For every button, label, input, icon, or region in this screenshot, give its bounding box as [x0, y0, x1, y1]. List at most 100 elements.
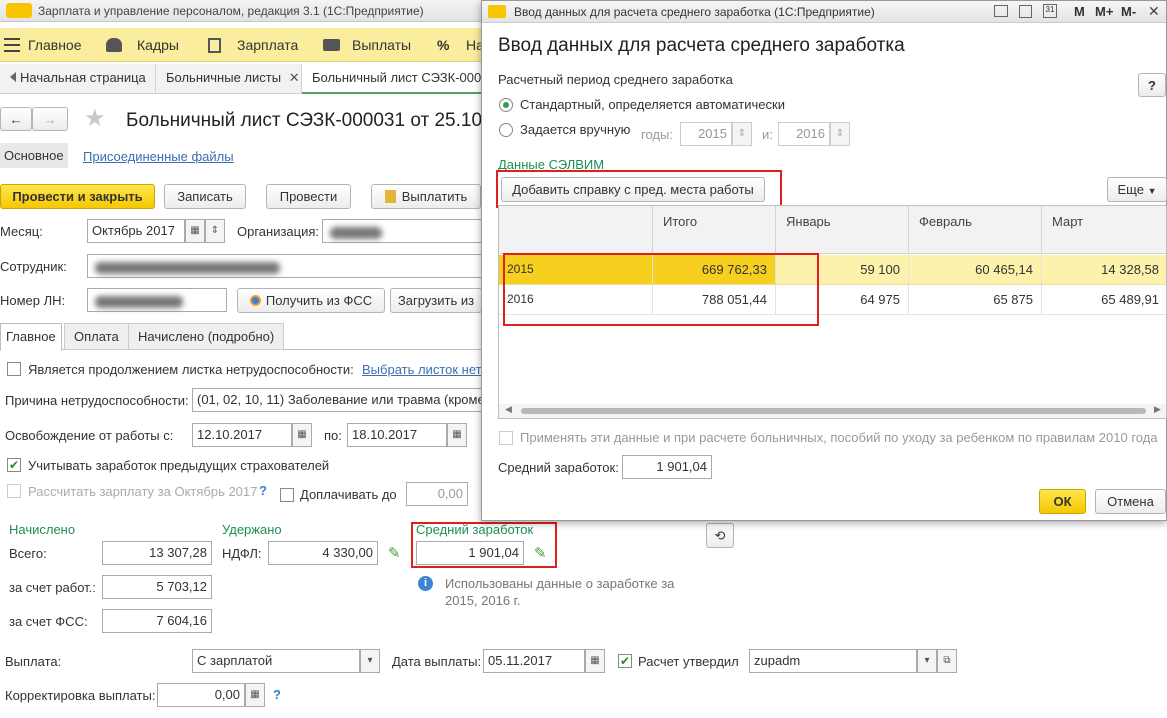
table-icon[interactable] — [1019, 5, 1032, 18]
scroll-left-icon[interactable]: ◀ — [505, 404, 512, 415]
cell-mar: 65 489,91 — [1042, 285, 1166, 314]
radio-manual[interactable] — [499, 123, 513, 137]
apply-rules-checkbox[interactable] — [499, 431, 513, 445]
tab-home[interactable]: Начальная страница — [0, 64, 156, 94]
forward-button[interactable]: → — [32, 107, 68, 131]
choose-sick-leaf-link[interactable]: Выбрать листок нет — [362, 362, 482, 377]
continuation-label: Является продолжением листка нетрудоспос… — [28, 362, 354, 377]
tab-sick-leaf[interactable]: Больничный лист СЭЗК-000 — [302, 64, 485, 94]
radio-standard[interactable] — [499, 98, 513, 112]
scroll-thumb[interactable] — [521, 408, 1146, 414]
close-icon[interactable]: ✕ — [1148, 3, 1160, 20]
inner-tab-payment[interactable]: Оплата — [64, 323, 129, 350]
subtab-attached-files[interactable]: Присоединенные файлы — [83, 149, 234, 164]
memory-minus-button[interactable]: M- — [1121, 4, 1136, 19]
dialog-avg-field: 1 901,04 — [622, 455, 712, 479]
subtab-main[interactable]: Основное — [0, 143, 68, 168]
years-highlight — [503, 253, 819, 326]
and-label: и: — [762, 127, 773, 142]
pay-date-label: Дата выплаты: — [392, 654, 482, 669]
pay-button-label: Выплатить — [401, 189, 468, 204]
section-menu: Главное Кадры Зарплата Выплаты % На — [0, 28, 485, 62]
month-label: Месяц: — [0, 224, 43, 239]
menu-item-main[interactable]: Главное — [28, 37, 82, 53]
employee-label: Сотрудник: — [0, 259, 67, 274]
save-button[interactable]: Записать — [164, 184, 246, 209]
pay-upto-field[interactable]: 0,00 — [406, 482, 468, 506]
help-icon[interactable]: ? — [273, 687, 281, 702]
help-button[interactable]: ? — [1138, 73, 1166, 97]
calc-salary-checkbox[interactable] — [7, 484, 21, 498]
chevron-down-icon: ▾ — [924, 655, 930, 666]
prev-insurers-label: Учитывать заработок предыдущих страховат… — [28, 458, 330, 473]
correction-field[interactable]: 0,00 — [157, 683, 245, 707]
approved-dropdown-button[interactable]: ▾ — [917, 649, 937, 673]
refresh-icon: ⟲ — [714, 528, 726, 543]
year-to-stepper[interactable]: ⇕ — [830, 122, 850, 146]
post-button[interactable]: Провести — [266, 184, 351, 209]
release-from-field[interactable]: 12.10.2017 — [192, 423, 292, 447]
more-button[interactable]: Еще ▼ — [1107, 177, 1167, 202]
cancel-button[interactable]: Отмена — [1095, 489, 1166, 514]
approved-checkbox[interactable]: ✔ — [618, 654, 632, 668]
tab-sick-list[interactable]: Больничные листы ✕ — [156, 64, 302, 94]
col-header-feb: Февраль — [909, 206, 1042, 254]
continuation-checkbox[interactable] — [7, 362, 21, 376]
payout-select[interactable]: С зарплатой — [192, 649, 360, 673]
approved-open-button[interactable]: ⧉ — [937, 649, 957, 673]
load-from-button[interactable]: Загрузить из — [390, 288, 482, 313]
pay-date-calendar-button[interactable]: ▦ — [585, 649, 605, 673]
menu-item-hr[interactable]: Кадры — [137, 37, 179, 53]
pay-date-field[interactable]: 05.11.2017 — [483, 649, 585, 673]
year-from-stepper[interactable]: ⇕ — [732, 122, 752, 146]
month-stepper[interactable]: ⇕ — [205, 219, 225, 243]
memory-m-button[interactable]: M — [1074, 4, 1085, 19]
employer-field: 5 703,12 — [102, 575, 212, 599]
total-label: Всего: — [9, 546, 47, 561]
add-certificate-highlight — [496, 170, 782, 208]
inner-tab-accrued[interactable]: Начислено (подробно) — [128, 323, 285, 350]
close-icon[interactable]: ✕ — [289, 70, 300, 85]
pay-button[interactable]: Выплатить — [371, 184, 481, 209]
month-calendar-button[interactable]: ▦ — [185, 219, 205, 243]
refresh-button[interactable]: ⟲ — [706, 523, 734, 548]
memory-plus-button[interactable]: M+ — [1095, 4, 1113, 19]
organization-label: Организация: — [237, 224, 320, 239]
star-icon[interactable]: ★ — [84, 104, 106, 133]
approved-by-field[interactable]: zupadm — [749, 649, 917, 673]
prev-insurers-checkbox[interactable]: ✔ — [7, 458, 21, 472]
year-to-field[interactable]: 2016 — [778, 122, 830, 146]
post-and-close-button[interactable]: Провести и закрыть — [0, 184, 155, 209]
ndfl-label: НДФЛ: — [222, 546, 262, 561]
pay-upto-checkbox[interactable] — [280, 488, 294, 502]
help-icon[interactable]: ? — [259, 483, 267, 498]
calendar-icon[interactable]: 31 — [1043, 4, 1057, 18]
ndfl-field: 4 330,00 — [268, 541, 378, 565]
correction-calc-button[interactable]: ▦ — [245, 683, 265, 707]
year-from-field[interactable]: 2015 — [680, 122, 732, 146]
pencil-icon[interactable]: ✎ — [388, 544, 401, 562]
apply-rules-label: Применять эти данные и при расчете больн… — [520, 430, 1158, 445]
ok-button[interactable]: ОК — [1039, 489, 1086, 514]
open-tabs-bar: Начальная страница Больничные листы ✕ Бо… — [0, 64, 485, 94]
menu-item-payments[interactable]: Выплаты — [352, 37, 411, 53]
back-button[interactable]: ← — [0, 107, 32, 131]
pay-upto-label: Доплачивать до — [300, 487, 397, 502]
reason-field[interactable]: (01, 02, 10, 11) Заболевание или травма … — [192, 388, 482, 412]
avg-earnings-highlight — [411, 522, 557, 568]
menu-icon[interactable] — [4, 38, 20, 52]
calc-salary-label: Рассчитать зарплату за Октябрь 2017 — [28, 484, 258, 499]
scroll-right-icon[interactable]: ▶ — [1154, 404, 1161, 415]
accrued-header: Начислено — [9, 522, 76, 537]
month-field[interactable]: Октябрь 2017 — [87, 219, 185, 243]
release-to-calendar-button[interactable]: ▦ — [447, 423, 467, 447]
get-from-fss-button[interactable]: Получить из ФСС — [237, 288, 385, 313]
payout-dropdown-button[interactable]: ▾ — [360, 649, 380, 673]
inner-tab-main[interactable]: Главное — [0, 323, 62, 351]
total-field: 13 307,28 — [102, 541, 212, 565]
horizontal-scrollbar[interactable]: ◀ ▶ — [499, 404, 1166, 418]
release-from-calendar-button[interactable]: ▦ — [292, 423, 312, 447]
print-icon[interactable] — [994, 5, 1008, 17]
menu-item-salary[interactable]: Зарплата — [237, 37, 298, 53]
release-to-field[interactable]: 18.10.2017 — [347, 423, 447, 447]
